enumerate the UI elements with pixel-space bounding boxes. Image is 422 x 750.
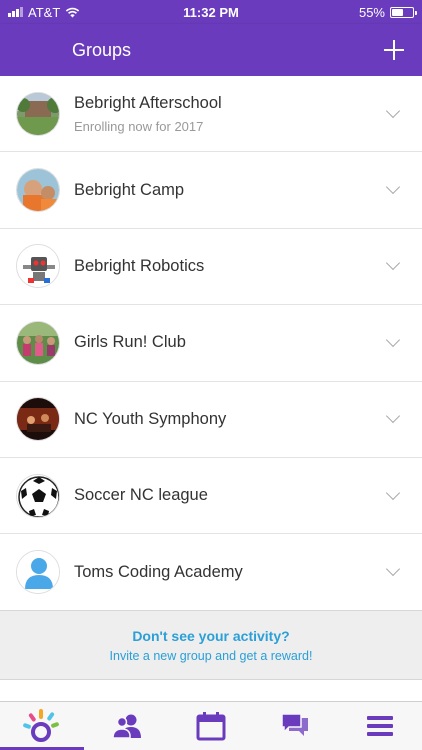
chevron-down-icon[interactable] [385,409,401,424]
signal-icon [8,7,23,17]
tab-bar [0,701,422,750]
home-logo-icon [23,709,60,742]
status-left: AT&T [8,5,80,20]
tab-calendar[interactable] [169,702,253,750]
group-row[interactable]: Bebright Afterschool Enrolling now for 20… [0,76,422,153]
chat-icon [281,713,309,736]
tab-chat[interactable] [253,702,337,750]
group-row[interactable]: Toms Coding Academy [0,534,422,611]
chevron-down-icon[interactable] [385,103,401,118]
nav-bar: Groups [0,24,422,76]
people-icon [111,714,141,739]
invite-banner[interactable]: Don't see your activity? Invite a new gr… [0,610,422,680]
group-list: Bebright Afterschool Enrolling now for 20… [0,76,422,611]
add-group-button[interactable] [382,38,406,62]
group-text: Soccer NC league [74,486,388,505]
run-club-photo-icon [16,320,60,365]
invite-subtitle: Invite a new group and get a reward! [109,649,313,663]
status-bar: AT&T 11:32 PM 55% [0,0,422,24]
group-name: Toms Coding Academy [74,562,243,581]
afterschool-photo-icon [16,91,60,136]
chevron-down-icon[interactable] [385,485,401,500]
battery-fill [392,8,403,16]
group-text: Bebright Afterschool Enrolling now for 20… [74,94,388,134]
wifi-icon [66,7,80,17]
page-title: Groups [72,39,132,60]
group-name: Soccer NC league [74,486,208,505]
group-name: Bebright Camp [74,180,185,199]
group-text: Bebright Robotics [74,257,388,276]
camp-photo-icon [16,168,60,213]
chevron-down-icon[interactable] [385,561,401,577]
group-text: Bebright Camp [74,181,388,200]
group-row[interactable]: Bebright Robotics [0,228,422,306]
battery-icon [390,6,417,18]
group-text: NC Youth Symphony [74,410,388,429]
group-name: NC Youth Symphony [74,409,227,428]
calendar-icon [196,712,226,741]
chevron-down-icon[interactable] [385,332,401,347]
menu-icon [366,716,393,736]
group-name: Girls Run! Club [74,333,186,352]
battery-percent: 55% [358,4,385,20]
robot-icon [16,244,60,289]
symphony-photo-icon [16,397,60,442]
group-name: Bebright Afterschool [74,93,222,112]
group-row[interactable]: Girls Run! Club [0,305,422,382]
group-name: Bebright Robotics [74,256,205,275]
invite-title: Don't see your activity? [132,628,290,644]
group-row[interactable]: NC Youth Symphony [0,381,422,458]
person-placeholder-icon [16,550,60,595]
chevron-down-icon[interactable] [385,256,401,271]
clock: 11:32 PM [183,4,239,20]
group-row[interactable]: Soccer NC league [0,457,422,535]
group-subtitle: Enrolling now for 2017 [74,118,204,134]
status-right: 55% [358,4,417,20]
tab-home[interactable] [0,702,85,750]
chevron-down-icon[interactable] [385,180,401,195]
carrier-label: AT&T [28,4,61,20]
group-text: Girls Run! Club [74,333,388,352]
group-row[interactable]: Bebright Camp [0,152,422,229]
tab-menu[interactable] [338,702,422,750]
group-text: Toms Coding Academy [74,563,388,582]
tab-people[interactable] [84,702,168,750]
soccer-ball-icon [16,473,60,518]
